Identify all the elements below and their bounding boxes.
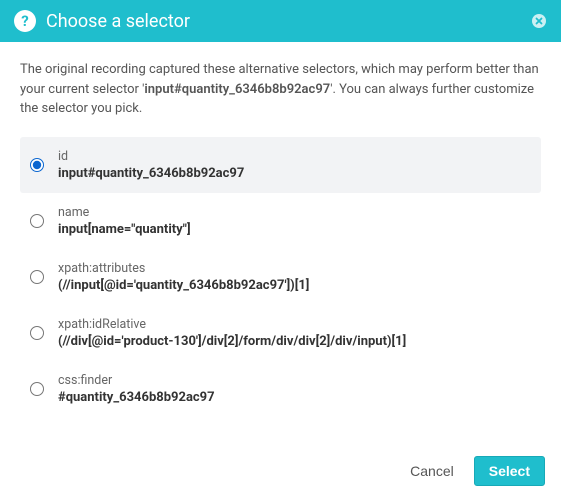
help-icon: ?	[14, 10, 36, 32]
dialog-description: The original recording captured these al…	[20, 60, 541, 119]
selector-radio[interactable]	[30, 214, 44, 228]
option-value-label: input#quantity_6346b8b92ac97	[58, 166, 244, 181]
select-button[interactable]: Select	[474, 456, 545, 486]
selector-option-xpath-attributes[interactable]: xpath:attributes (//input[@id='quantity_…	[20, 249, 541, 305]
selector-radio[interactable]	[30, 382, 44, 396]
option-type-label: name	[58, 205, 191, 220]
selector-option-xpath-idrelative[interactable]: xpath:idRelative (//div[@id='product-130…	[20, 305, 541, 361]
selector-option-css-finder[interactable]: css:finder #quantity_6346b8b92ac97	[20, 361, 541, 417]
close-icon	[531, 13, 547, 29]
option-text: id input#quantity_6346b8b92ac97	[58, 149, 244, 181]
option-text: name input[name="quantity"]	[58, 205, 191, 237]
option-text: xpath:idRelative (//div[@id='product-130…	[58, 317, 406, 349]
selector-option-id[interactable]: id input#quantity_6346b8b92ac97	[20, 137, 541, 193]
selector-radio[interactable]	[30, 270, 44, 284]
option-type-label: xpath:idRelative	[58, 317, 406, 332]
option-value-label: input[name="quantity"]	[58, 222, 191, 237]
option-type-label: css:finder	[58, 373, 215, 388]
close-button[interactable]	[531, 13, 547, 29]
selector-option-name[interactable]: name input[name="quantity"]	[20, 193, 541, 249]
option-text: css:finder #quantity_6346b8b92ac97	[58, 373, 215, 405]
option-value-label: #quantity_6346b8b92ac97	[58, 390, 215, 405]
cancel-button[interactable]: Cancel	[402, 457, 462, 485]
selector-radio[interactable]	[30, 158, 44, 172]
dialog-title: Choose a selector	[46, 11, 190, 32]
option-value-label: (//div[@id='product-130']/div[2]/form/di…	[58, 334, 406, 349]
header-left: ? Choose a selector	[14, 10, 190, 32]
selector-options: id input#quantity_6346b8b92ac97 name inp…	[20, 137, 541, 417]
selector-radio[interactable]	[30, 326, 44, 340]
dialog-footer: Cancel Select	[0, 445, 561, 500]
dialog-header: ? Choose a selector	[0, 0, 561, 42]
option-type-label: xpath:attributes	[58, 261, 309, 276]
choose-selector-dialog: ? Choose a selector The original recordi…	[0, 0, 561, 500]
option-type-label: id	[58, 149, 244, 164]
option-value-label: (//input[@id='quantity_6346b8b92ac97'])[…	[58, 278, 309, 293]
dialog-body: The original recording captured these al…	[0, 42, 561, 445]
description-current-selector: input#quantity_6346b8b92ac97	[144, 82, 330, 97]
option-text: xpath:attributes (//input[@id='quantity_…	[58, 261, 309, 293]
